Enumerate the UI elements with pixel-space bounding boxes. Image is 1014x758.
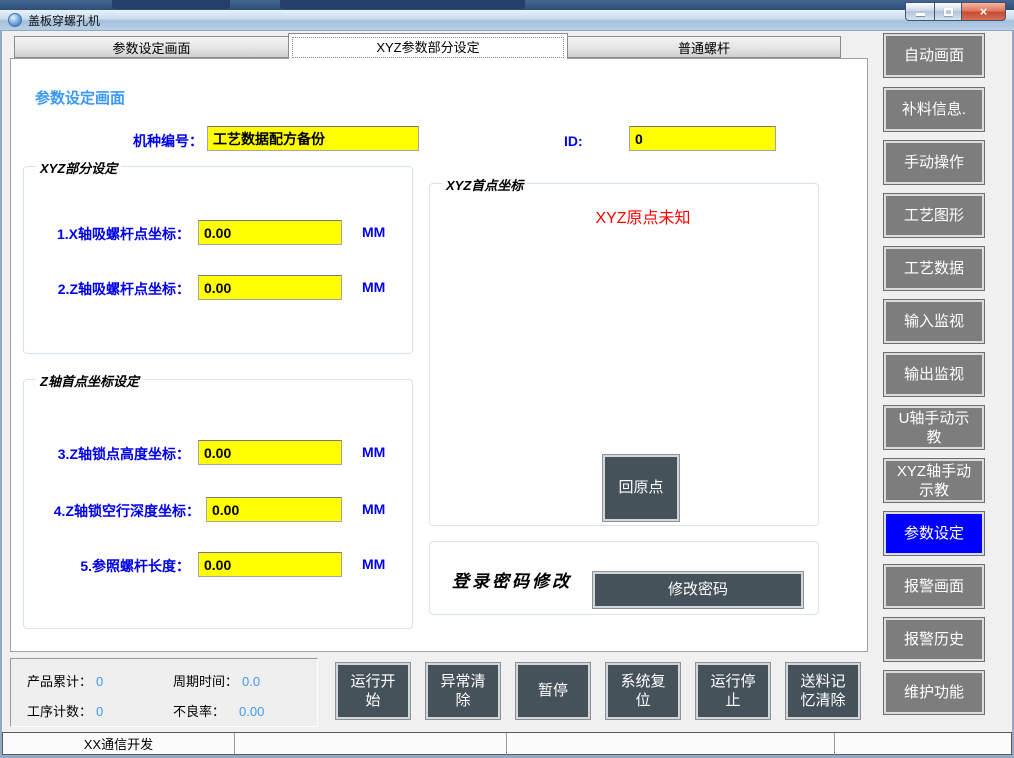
background-fragment [112,0,230,9]
stat-label: 产品累计： [27,674,92,689]
run-start-button[interactable]: 运行开始 [335,662,411,720]
unit-label: MM [362,224,385,240]
production-stats-panel: 产品累计： 0 周期时间： 0.0 工序计数： 0 不良率： 0.00 [10,658,318,727]
x-axis-pick-coord-label: 1.X轴吸螺杆点坐标： [24,224,190,244]
system-reset-button[interactable]: 系统复位 [605,662,681,720]
field-row: 4.Z轴锁空行深度坐标： 0.00 MM [24,497,412,522]
maximize-icon [944,8,953,16]
sidebar-item-process-graphic[interactable]: 工艺图形 [883,193,985,238]
unit-label: MM [362,444,385,460]
pause-button[interactable]: 暂停 [515,662,591,720]
minimize-button[interactable] [905,2,934,21]
sidebar-item-output-monitor[interactable]: 输出监视 [883,352,985,397]
stat-label: 工序计数： [27,704,92,719]
page-title: 参数设定画面 [35,87,125,108]
password-change-box: 登录密码修改 修改密码 [429,541,819,615]
group-title: XYZ首点坐标 [442,175,527,194]
unit-label: MM [362,279,385,295]
z-lock-idle-depth-label: 4.Z轴锁空行深度坐标： [24,501,200,521]
background-window-strip [0,0,1014,10]
z-lock-height-input[interactable]: 0.00 [198,440,342,465]
sidebar-item-refill-info[interactable]: 补料信息. [883,87,985,132]
tab-parameter-setting-screen[interactable]: 参数设定画面 [14,36,289,58]
sidebar-item-input-monitor[interactable]: 输入监视 [883,299,985,344]
sidebar-item-alarm-history[interactable]: 报警历史 [883,617,985,662]
sidebar-item-alarm-screen[interactable]: 报警画面 [883,564,985,609]
stat-label: 不良率： [173,704,225,719]
z-axis-pick-coord-label: 2.Z轴吸螺杆点坐标： [24,279,190,299]
stat-cycle-time: 周期时间： 0.0 [173,671,260,690]
feed-memory-clear-button[interactable]: 送料记忆清除 [785,662,861,720]
stat-defect-rate: 不良率： 0.00 [173,701,264,720]
field-row: 3.Z轴锁点高度坐标： 0.00 MM [24,440,412,465]
stat-value: 0.0 [242,674,260,689]
status-plc-connection: 下位机PLC连接状态：通讯正常 [507,733,835,758]
group-xyz-home-coord: XYZ首点坐标 XYZ原点未知 回原点 [429,183,819,526]
field-row: 5.参照螺杆长度： 0.00 MM [24,552,412,577]
z-lock-idle-depth-input[interactable]: 0.00 [206,497,342,522]
unit-label: MM [362,501,385,517]
window-controls: × [905,2,1006,21]
group-title: XYZ部分设定 [36,158,121,177]
stat-value: 0.00 [239,704,264,719]
status-bar: XX通信开发 系统时间：2017/10/10 17:21:32 下位机PLC连接… [2,732,1012,755]
id-input[interactable]: 0 [629,126,776,151]
sidebar-item-process-data[interactable]: 工艺数据 [883,246,985,291]
field-row: 2.Z轴吸螺杆点坐标： 0.00 MM [24,275,412,300]
reference-screw-length-input[interactable]: 0.00 [198,552,342,577]
close-button[interactable]: × [961,2,1006,21]
tab-normal-screw[interactable]: 普通螺杆 [567,36,841,58]
group-z-axis-home-setting: Z轴首点坐标设定 3.Z轴锁点高度坐标： 0.00 MM 4.Z轴锁空行深度坐标… [23,379,413,629]
titlebar[interactable]: 盖板穿螺孔机 [0,10,1014,31]
stat-product-total: 产品累计： 0 [27,671,103,690]
sidebar-item-xyz-axis-teach[interactable]: XYZ轴手动示教 [883,458,985,503]
stat-process-count: 工序计数： 0 [27,701,103,720]
error-clear-button[interactable]: 异常清除 [425,662,501,720]
app-icon [8,13,22,27]
main-panel: 参数设定画面 机种编号： 工艺数据配方备份 ID: 0 XYZ部分设定 1.X轴… [10,58,868,652]
model-number-input[interactable]: 工艺数据配方备份 [207,126,419,151]
z-lock-height-label: 3.Z轴锁点高度坐标： [24,444,190,464]
sidebar-item-auto-screen[interactable]: 自动画面 [883,33,985,78]
reference-screw-length-label: 5.参照螺杆长度： [24,556,190,576]
group-title: Z轴首点坐标设定 [36,371,143,390]
field-row: 1.X轴吸螺杆点坐标： 0.00 MM [24,220,412,245]
stat-value: 0 [96,674,103,689]
window-title: 盖板穿螺孔机 [28,12,100,29]
group-xyz-part-setting: XYZ部分设定 1.X轴吸螺杆点坐标： 0.00 MM 2.Z轴吸螺杆点坐标： … [23,166,413,354]
sidebar-item-maintenance[interactable]: 维护功能 [883,670,985,715]
password-change-label: 登录密码修改 [452,567,572,592]
sidebar-item-parameter-setting[interactable]: 参数设定 [883,511,985,556]
app-window: 盖板穿螺孔机 × 参数设定画面 XYZ参数部分设定 普通螺杆 参数设定画面 机种… [0,0,1014,758]
status-company: XX通信开发 [3,733,235,754]
run-stop-button[interactable]: 运行停止 [695,662,771,720]
background-fragment [280,0,525,9]
minimize-icon [916,13,925,16]
status-system-time: 系统时间：2017/10/10 17:21:32 [235,733,507,758]
sidebar-item-u-axis-teach[interactable]: U轴手动示教 [883,405,985,450]
x-axis-pick-coord-input[interactable]: 0.00 [198,220,342,245]
origin-unknown-warning: XYZ原点未知 [430,204,818,228]
sidebar-item-manual-operation[interactable]: 手动操作 [883,140,985,185]
tab-xyz-parameter-setting[interactable]: XYZ参数部分设定 [288,33,568,59]
stat-value: 0 [96,704,103,719]
stat-label: 周期时间： [173,674,238,689]
model-number-label: 机种编号： [81,131,203,151]
id-label: ID: [564,133,583,149]
change-password-button[interactable]: 修改密码 [592,571,804,609]
close-icon: × [980,4,988,19]
maximize-button[interactable] [934,2,961,21]
unit-label: MM [362,556,385,572]
status-system-state: 系统状态： [835,733,1011,758]
go-home-button[interactable]: 回原点 [602,454,680,522]
z-axis-pick-coord-input[interactable]: 0.00 [198,275,342,300]
